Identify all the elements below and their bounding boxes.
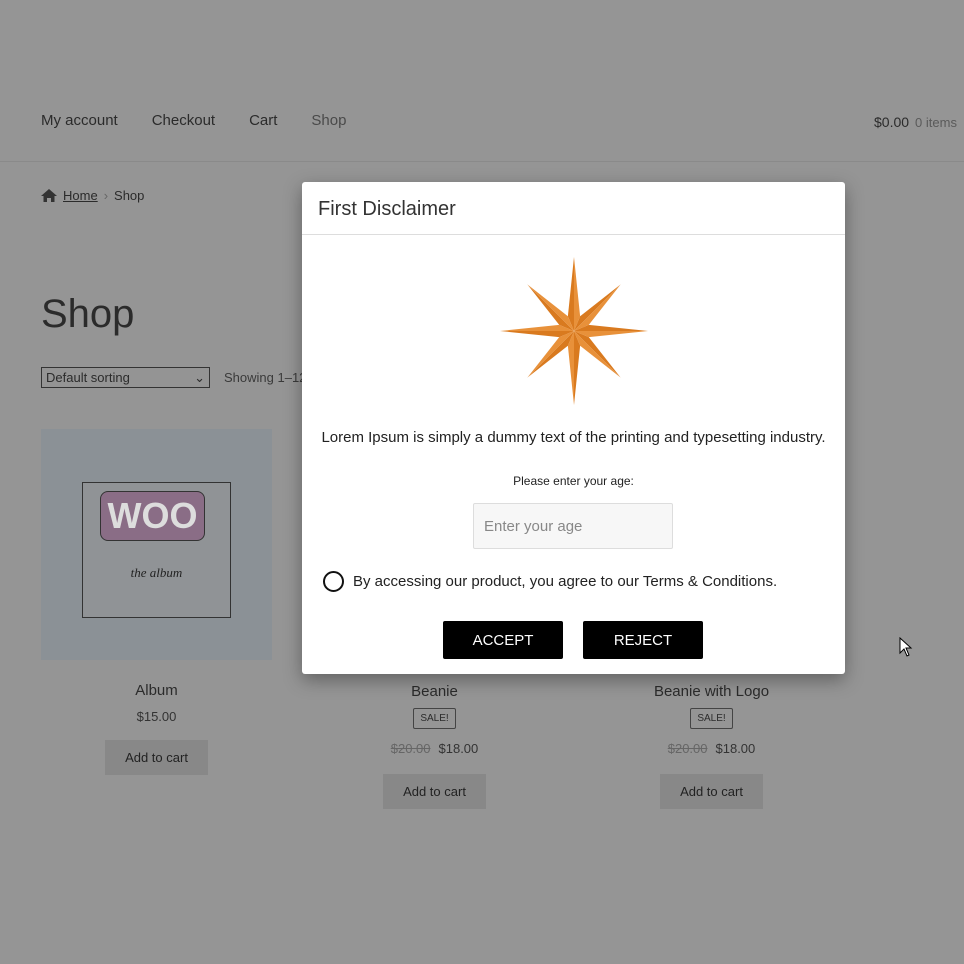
add-to-cart-button[interactable]: Add to cart (660, 774, 763, 809)
product-image[interactable]: WOO the album (41, 429, 272, 660)
star-facet (574, 284, 621, 331)
product-price: $18.00 (715, 741, 756, 756)
product-album: WOO the album Album $15.00 Add to cart (41, 429, 272, 775)
terms-text: By accessing our product, you agree to o… (353, 573, 778, 590)
sorting-value: Default sorting (46, 370, 130, 385)
album-caption: the album (130, 565, 183, 580)
product-beanie-with-logo: Beanie with Logo SALE! $20.00 $18.00 Add … (596, 683, 827, 809)
add-to-cart-button[interactable]: Add to cart (383, 774, 486, 809)
modal-text: Lorem Ipsum is simply a dummy text of th… (321, 429, 826, 446)
breadcrumb-separator: › (103, 188, 109, 203)
star-facet (527, 331, 574, 378)
woo-logo: WOO (100, 491, 205, 541)
product-price: $18.00 (438, 741, 479, 756)
home-icon (41, 189, 57, 202)
product-price: $15.00 (136, 709, 177, 724)
accept-button[interactable]: ACCEPT (443, 621, 563, 659)
product-name[interactable]: Album (41, 682, 272, 699)
nav-checkout[interactable]: Checkout (152, 112, 215, 129)
mouse-cursor-icon (899, 637, 913, 657)
breadcrumb-current: Shop (114, 188, 145, 203)
sale-badge: SALE! (413, 708, 456, 729)
sale-badge: SALE! (690, 708, 733, 729)
age-label: Please enter your age: (513, 474, 634, 488)
nav-cart[interactable]: Cart (249, 112, 277, 129)
nav-my-account[interactable]: My account (41, 112, 118, 129)
breadcrumb: Home › Shop (41, 188, 144, 203)
result-count: Showing 1–12 (224, 370, 307, 385)
product-name[interactable]: Beanie (319, 683, 550, 700)
chevron-down-icon: ⌄ (194, 369, 205, 385)
age-input[interactable] (473, 503, 673, 549)
disclaimer-modal: First Disclaimer Lorem Ipsum is simply a… (302, 182, 845, 674)
cart-total: $0.00 (874, 114, 910, 130)
page-title: Shop (41, 292, 135, 336)
header-cart[interactable]: $0.00 0 items (874, 114, 957, 130)
cart-count: 0 items (915, 115, 957, 130)
eight-point-star-icon (500, 257, 648, 405)
header-divider (0, 161, 964, 162)
modal-title: First Disclaimer (302, 182, 845, 235)
old-price: $20.00 (390, 741, 431, 756)
breadcrumb-home[interactable]: Home (63, 188, 98, 203)
add-to-cart-button[interactable]: Add to cart (105, 740, 208, 775)
product-name[interactable]: Beanie with Logo (596, 683, 827, 700)
sorting-select[interactable]: Default sorting ⌄ (41, 367, 210, 388)
nav-shop[interactable]: Shop (311, 112, 346, 129)
album-cover: WOO the album (82, 482, 231, 618)
primary-nav: My account Checkout Cart Shop (41, 112, 346, 129)
product-beanie: Beanie SALE! $20.00 $18.00 Add to cart (319, 683, 550, 809)
old-price: $20.00 (667, 741, 708, 756)
terms-radio[interactable] (323, 571, 344, 592)
terms-row: By accessing our product, you agree to o… (323, 571, 777, 592)
reject-button[interactable]: REJECT (583, 621, 703, 659)
